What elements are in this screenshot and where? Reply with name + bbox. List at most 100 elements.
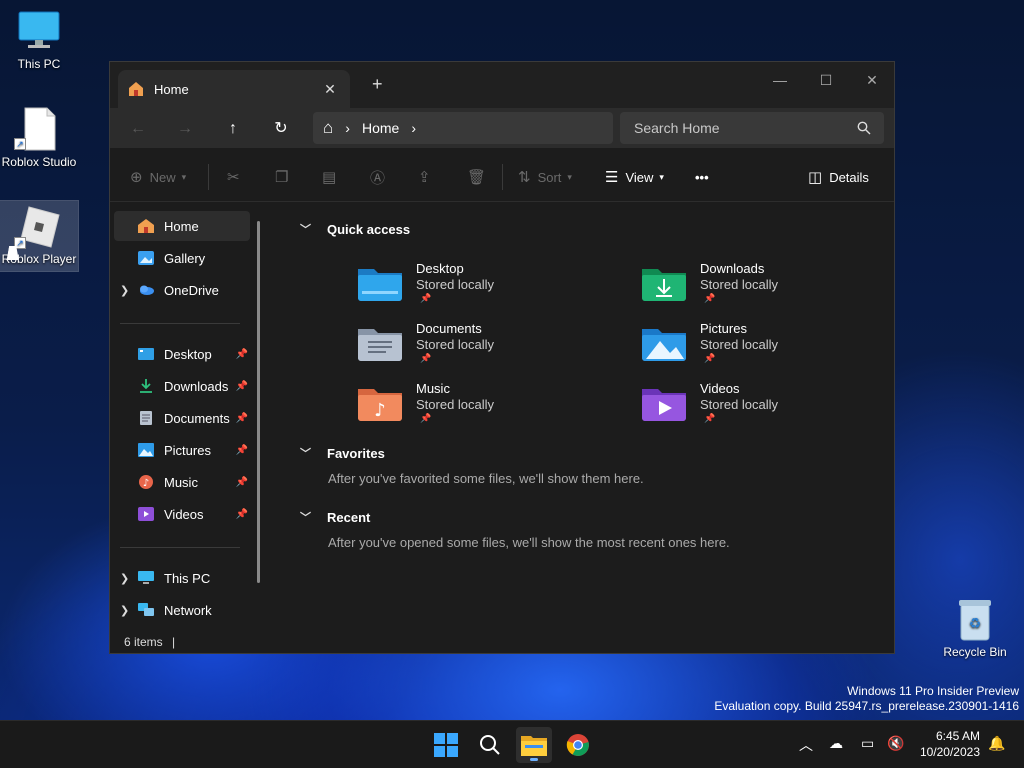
refresh-button[interactable]: ↻: [265, 114, 297, 144]
sort-button[interactable]: ⇅ Sort ▾: [518, 166, 572, 188]
start-button[interactable]: [428, 727, 464, 763]
cut-button[interactable]: ✂: [227, 166, 247, 188]
network-icon: [138, 603, 154, 616]
downloads-folder-icon: [642, 269, 686, 301]
document-icon: [140, 411, 152, 425]
delete-button[interactable]: 🗑: [467, 166, 493, 188]
clock-time: 6:45 AM: [935, 729, 980, 743]
sidebar-item-desktop[interactable]: Desktop 📌: [114, 339, 250, 369]
address-bar[interactable]: ⌂ › Home ›: [313, 112, 613, 144]
favorites-header[interactable]: ﹀ Favorites: [300, 445, 385, 461]
sidebar-item-downloads[interactable]: Downloads 📌: [114, 371, 250, 401]
pin-icon[interactable]: 📌: [236, 477, 248, 488]
sidebar-item-gallery[interactable]: Gallery: [114, 243, 250, 273]
notification-bell-icon[interactable]: 🔔: [988, 735, 1005, 752]
desktop-icon-this-pc[interactable]: This PC: [0, 8, 78, 78]
tab-title: Home: [154, 81, 189, 97]
status-bar: 6 items |: [124, 635, 175, 649]
quick-access-header[interactable]: ﹀ Quick access: [300, 221, 410, 237]
view-list-icon: ☰: [605, 169, 619, 186]
close-window-button[interactable]: ✕: [849, 66, 894, 94]
search-taskbar-button[interactable]: [472, 727, 508, 763]
minimize-button[interactable]: —: [757, 66, 803, 94]
paste-button[interactable]: ▤: [322, 166, 343, 188]
folder-icon: [521, 736, 547, 756]
chevron-right-icon[interactable]: ›: [345, 120, 350, 136]
quick-access-downloads[interactable]: Downloads Stored locally 📌: [642, 259, 894, 313]
pin-icon[interactable]: 📌: [236, 445, 248, 456]
videos-icon: [138, 507, 154, 521]
chrome-icon: [566, 734, 589, 756]
more-options-button[interactable]: •••: [695, 166, 709, 188]
rename-button[interactable]: Ⓐ: [370, 166, 392, 188]
details-button[interactable]: ◫ Details: [808, 166, 869, 188]
sidebar-item-music[interactable]: ♪ Music 📌: [114, 467, 250, 497]
chevron-right-icon[interactable]: ›: [411, 120, 416, 136]
sidebar-item-label: Desktop: [164, 346, 212, 362]
quick-access-pictures[interactable]: Pictures Stored locally 📌: [642, 319, 894, 373]
chevron-right-icon[interactable]: ❯: [120, 284, 134, 297]
sidebar-item-videos[interactable]: Videos 📌: [114, 499, 250, 529]
new-tab-button[interactable]: +: [372, 74, 383, 95]
forward-button[interactable]: →: [169, 114, 201, 144]
pin-icon[interactable]: 📌: [236, 413, 248, 424]
recent-header[interactable]: ﹀ Recent: [300, 509, 370, 525]
chevron-right-icon[interactable]: ❯: [120, 572, 134, 585]
plus-circle-icon: ⊕: [130, 169, 143, 186]
monitor-icon: [18, 11, 60, 48]
taskbar: ︿ ☁ ▭ 🔇 6:45 AM 10/20/2023 🔔: [0, 720, 1024, 768]
desktop-icon-roblox-player[interactable]: ↗ Roblox Player: [0, 200, 79, 272]
chevron-right-icon[interactable]: ❯: [120, 604, 134, 617]
folder-name: Documents: [416, 321, 482, 336]
sidebar-item-home[interactable]: Home: [114, 211, 250, 241]
chrome-taskbar-button[interactable]: [560, 727, 596, 763]
search-icon[interactable]: [857, 121, 871, 135]
desktop-folder-icon: [358, 269, 402, 301]
sidebar-item-pictures[interactable]: Pictures 📌: [114, 435, 250, 465]
quick-access-desktop[interactable]: Desktop Stored locally 📌: [358, 259, 618, 313]
new-button[interactable]: ⊕ New ▾: [130, 166, 186, 188]
windows-watermark: Windows 11 Pro Insider Preview Evaluatio…: [714, 684, 1019, 714]
onedrive-tray-icon[interactable]: ☁: [829, 735, 843, 752]
file-explorer-taskbar-button[interactable]: [516, 727, 552, 763]
sidebar-item-this-pc[interactable]: ❯ This PC: [114, 563, 250, 593]
watermark-line2: Evaluation copy. Build 25947.rs_prerelea…: [714, 699, 1019, 713]
share-button[interactable]: ⇪: [418, 166, 438, 188]
pin-icon[interactable]: 📌: [236, 509, 248, 520]
sidebar-item-network[interactable]: ❯ Network: [114, 595, 250, 625]
pictures-folder-icon: [642, 329, 686, 361]
sidebar-item-documents[interactable]: Documents 📌: [114, 403, 250, 433]
clock[interactable]: 6:45 AM 10/20/2023: [920, 728, 980, 760]
sidebar-scrollbar[interactable]: [257, 221, 260, 583]
desktop-icon: [138, 348, 154, 360]
chevron-down-icon: ▾: [567, 171, 572, 182]
copy-button[interactable]: ❐: [275, 166, 295, 188]
breadcrumb-home[interactable]: Home: [362, 120, 399, 136]
maximize-button[interactable]: ☐: [803, 66, 849, 94]
tab-home[interactable]: Home ✕: [118, 70, 350, 108]
quick-access-videos[interactable]: Videos Stored locally 📌: [642, 379, 894, 433]
network-tray-icon[interactable]: ▭: [861, 735, 874, 752]
back-button[interactable]: ←: [122, 114, 154, 144]
view-button[interactable]: ☰ View ▾: [605, 166, 664, 188]
section-title: Favorites: [327, 445, 385, 461]
up-button[interactable]: ↑: [217, 114, 249, 144]
desktop-icon-recycle-bin[interactable]: ♻ Recycle Bin: [936, 596, 1014, 662]
close-tab-button[interactable]: ✕: [320, 81, 340, 98]
view-label: View: [625, 169, 654, 185]
folder-name: Music: [416, 381, 450, 396]
desktop-icon-roblox-studio[interactable]: ↗ Roblox Studio: [0, 104, 78, 174]
chevron-up-icon[interactable]: ︿: [799, 735, 813, 755]
sidebar-item-label: Network: [164, 602, 212, 618]
sidebar-item-onedrive[interactable]: ❯ OneDrive: [114, 275, 250, 305]
folder-name: Desktop: [416, 261, 464, 276]
title-bar[interactable]: Home ✕ + — ☐ ✕: [110, 62, 894, 108]
search-input[interactable]: [620, 112, 884, 144]
search-icon: [480, 735, 500, 755]
volume-muted-icon[interactable]: 🔇: [887, 735, 904, 752]
quick-access-documents[interactable]: Documents Stored locally 📌: [358, 319, 618, 373]
pin-icon[interactable]: 📌: [236, 349, 248, 360]
quick-access-music[interactable]: ♪ Music Stored locally 📌: [358, 379, 618, 433]
section-title: Recent: [327, 509, 371, 525]
pin-icon[interactable]: 📌: [236, 381, 248, 392]
